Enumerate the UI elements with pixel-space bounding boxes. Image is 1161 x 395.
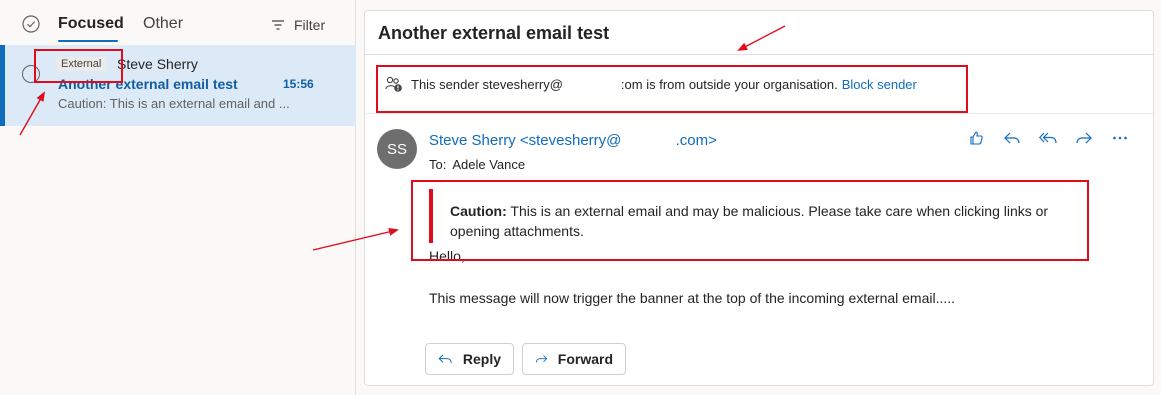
notice-divider	[365, 113, 1153, 114]
annotation-box-caution	[411, 180, 1089, 261]
selected-indicator	[0, 45, 5, 126]
subject-divider	[365, 54, 1153, 55]
more-icon[interactable]	[1111, 129, 1129, 147]
reply-all-icon[interactable]	[1039, 129, 1057, 147]
to-recipient-name[interactable]: Adele Vance	[452, 157, 525, 172]
outlook-window: Focused Other Filter External Steve Sher…	[0, 0, 1161, 395]
message-preview: Caution: This is an external email and .…	[58, 96, 290, 111]
message-sender: Steve Sherry	[117, 56, 198, 72]
tab-focused[interactable]: Focused	[58, 15, 124, 33]
reply-icon	[438, 354, 452, 364]
like-icon[interactable]	[967, 129, 985, 147]
forward-label: Forward	[557, 351, 613, 367]
select-all-check-circle-icon[interactable]	[22, 15, 40, 33]
annotation-box-sender-notice	[376, 65, 968, 113]
body-text: This message will now trigger the banner…	[429, 290, 956, 306]
message-time: 15:56	[283, 77, 314, 91]
filter-label: Filter	[294, 17, 326, 33]
tab-focused-indicator	[58, 40, 118, 42]
filter-icon	[272, 20, 284, 30]
forward-icon	[535, 355, 548, 363]
reply-icon[interactable]	[1003, 129, 1021, 147]
forward-button[interactable]: Forward	[522, 343, 626, 375]
reply-label: Reply	[462, 351, 501, 367]
annotation-box-external-badge	[34, 49, 123, 83]
filter-button[interactable]: Filter	[270, 15, 325, 35]
message-actions	[967, 129, 1129, 147]
email-subject: Another external email test	[378, 23, 610, 43]
from-sender[interactable]: Steve Sherry <stevesherry@ .com>	[429, 132, 717, 149]
message-list-header: Focused Other Filter	[0, 0, 356, 46]
to-label: To:	[429, 157, 447, 172]
avatar[interactable]: SS	[377, 129, 417, 169]
to-recipients: To: Adele Vance	[429, 157, 525, 172]
reply-button[interactable]: Reply	[425, 343, 514, 375]
forward-icon[interactable]	[1075, 129, 1093, 147]
tab-other[interactable]: Other	[143, 15, 183, 33]
